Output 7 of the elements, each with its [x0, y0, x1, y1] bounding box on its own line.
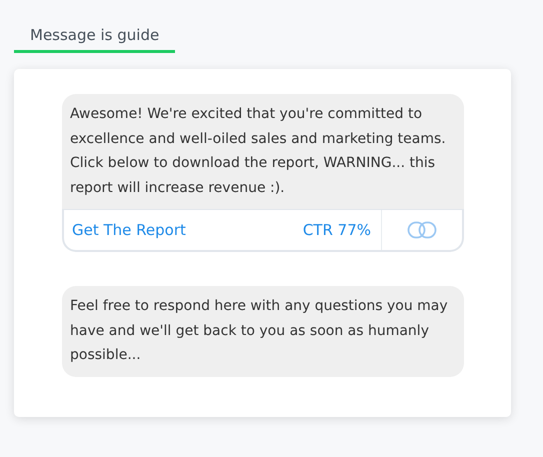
link-icon[interactable]: [407, 221, 437, 239]
tab[interactable]: Message is guide: [14, 24, 176, 53]
message-text: Awesome! We're excited that you're committed to excellence and well-oiled sales and marketing teams. Click below to download the report, WARNING... this report will increase revenue :).: [69, 105, 447, 198]
report-button[interactable]: Get The Report CTR 77%: [62, 209, 464, 252]
ctr-value: CTR 77%: [302, 221, 372, 239]
button-label: Get The Report: [71, 221, 187, 239]
message-text: Feel free to respond here with any questions you may have and we'll get back to you as soon as humanly possible...: [69, 297, 449, 365]
